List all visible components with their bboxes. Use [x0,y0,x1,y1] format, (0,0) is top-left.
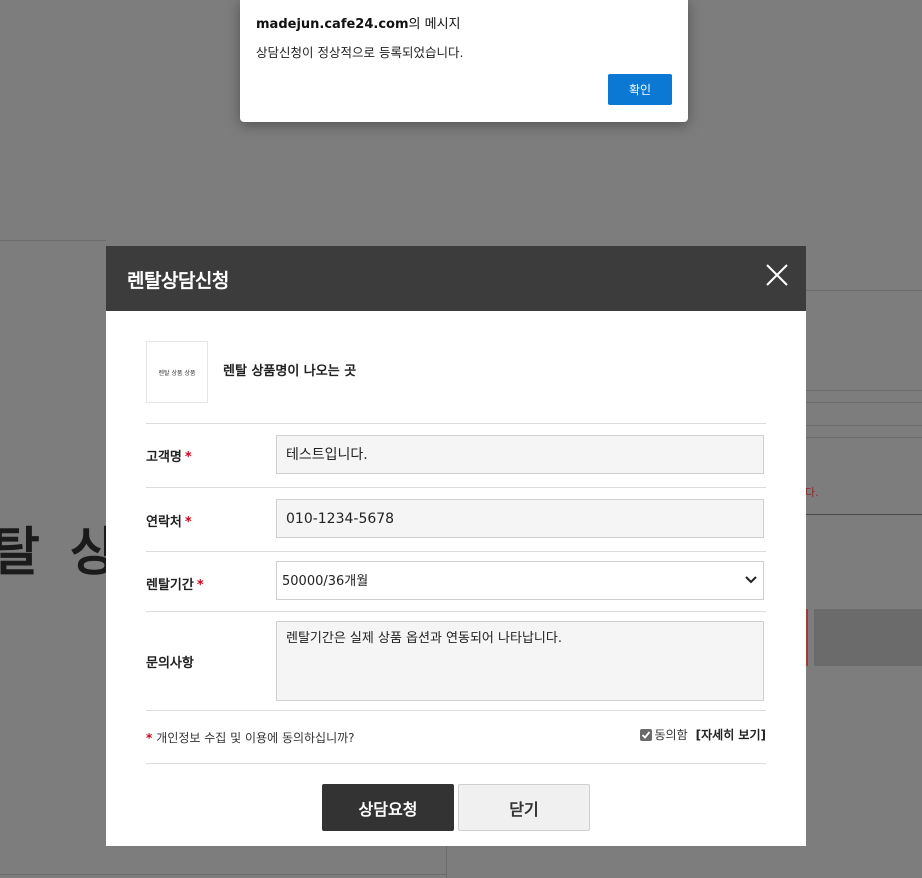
alert-ok-button[interactable]: 확인 [608,74,672,105]
form-row-inquiry: 문의사항 렌탈기간은 실제 상품 옵션과 연동되어 나타납니다. [146,611,766,711]
period-select-value: 50000/36개월 [282,574,369,589]
bg-divider [806,425,922,426]
bg-divider [806,437,922,438]
check-icon [641,730,650,739]
inquiry-label: 문의사항 [146,656,194,671]
period-select[interactable]: 50000/36개월 [276,561,764,600]
alert-title-suffix: 의 메시지 [408,17,461,32]
modal-title: 렌탈상담신청 [127,270,229,292]
period-label-text: 렌탈기간 [146,578,194,593]
bg-divider [806,402,922,403]
inquiry-textarea[interactable]: 렌탈기간은 실제 상품 옵션과 연동되어 나타납니다. [276,621,764,701]
form-row-phone: 연락처 * 010-1234-5678 [146,487,766,552]
bg-divider [806,290,922,291]
phone-input[interactable]: 010-1234-5678 [276,499,764,538]
period-label: 렌탈기간 * [146,574,204,593]
phone-label: 연락처 * [146,511,192,530]
product-name: 렌탈 상품명이 나오는 곳 [223,364,357,379]
required-mark: * [184,450,192,465]
form-row-name: 고객명 * 테스트입니다. [146,423,766,488]
form-row-period: 렌탈기간 * 50000/36개월 [146,551,766,612]
modal-header: 렌탈상담신청 [106,246,806,311]
required-mark: * [196,578,204,593]
phone-label-text: 연락처 [146,515,182,530]
privacy-question: * 개인정보 수집 및 이용에 동의하십니까? [146,729,355,746]
close-icon [766,264,788,286]
consult-request-button[interactable]: 상담요청 [322,784,454,831]
product-info: 렌탈 상품 상품 렌탈 상품명이 나오는 곳 [146,341,766,424]
bg-divider [806,390,922,391]
rental-consult-modal: 렌탈상담신청 렌탈 상품 상품 렌탈 상품명이 나오는 곳 고객명 * 테스트입니… [106,246,806,846]
modal-close-button[interactable] [766,264,788,286]
alert-dialog: madejun.cafe24.com의 메시지 상담신청이 정상적으로 등록되었… [240,0,688,122]
agree-checkbox[interactable] [639,728,652,741]
bg-grey-button [814,609,922,666]
privacy-agreement-row: * 개인정보 수집 및 이용에 동의하십니까? 동의함 [자세히 보기] [146,710,766,764]
agree-label[interactable]: 동의함 [655,726,688,743]
alert-message: 상담신청이 정상적으로 등록되었습니다. [256,45,464,60]
bg-divider [0,240,106,241]
product-thumbnail: 렌탈 상품 상품 [146,341,208,403]
bg-red-text: 다. [805,486,819,499]
chevron-down-icon [745,576,757,584]
bg-divider [446,846,447,878]
privacy-agree-group: 동의함 [자세히 보기] [639,726,766,743]
required-mark: * [184,515,192,530]
name-label-text: 고객명 [146,450,182,465]
bg-divider [0,874,446,875]
name-label: 고객명 * [146,446,192,465]
name-input[interactable]: 테스트입니다. [276,435,764,474]
alert-title: madejun.cafe24.com의 메시지 [256,13,461,32]
privacy-detail-link[interactable]: [자세히 보기] [696,726,766,743]
privacy-question-text: 개인정보 수집 및 이용에 동의하십니까? [156,731,355,745]
close-button[interactable]: 닫기 [458,784,590,831]
bg-divider [806,514,922,515]
alert-domain: madejun.cafe24.com [256,17,409,32]
required-mark: * [146,731,153,745]
